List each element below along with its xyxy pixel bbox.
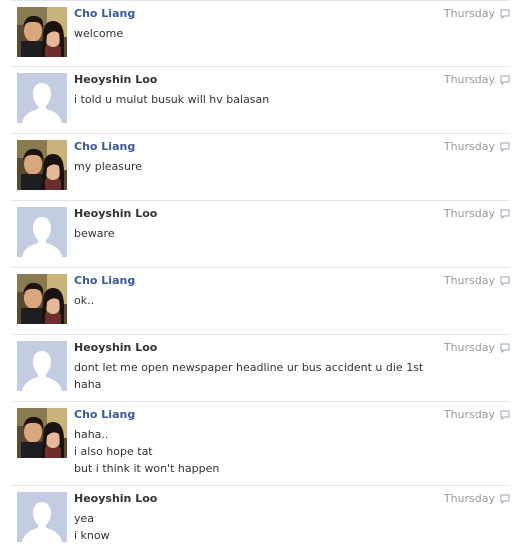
author-name[interactable]: Cho Liang	[74, 140, 430, 154]
timestamp: Thursday	[443, 140, 495, 153]
message-line: haha..	[74, 428, 109, 441]
author-name[interactable]: Cho Liang	[74, 7, 430, 21]
message-item: Heoyshin Loo dont let me open newspaper h…	[11, 334, 510, 401]
message-line: haha	[74, 378, 102, 391]
message-meta: Thursday	[444, 492, 510, 506]
reply-icon[interactable]	[500, 209, 510, 219]
message-meta: Thursday	[444, 341, 510, 355]
message-item: Cho Liang ok.. Thursday	[11, 267, 510, 334]
reply-icon[interactable]	[500, 142, 510, 152]
timestamp: Thursday	[443, 7, 495, 20]
message-line: but i think it won't happen	[74, 462, 220, 475]
message-meta: Thursday	[444, 140, 510, 154]
message-meta: Thursday	[444, 7, 510, 21]
message-body: i told u mulut busuk will hv balasan	[74, 91, 430, 108]
reply-icon[interactable]	[500, 75, 510, 85]
avatar[interactable]	[17, 207, 67, 257]
author-name[interactable]: Cho Liang	[74, 274, 430, 288]
message-meta: Thursday	[444, 274, 510, 288]
timestamp: Thursday	[443, 492, 495, 505]
message-body: haha.. i also hope tat but i think it won'…	[74, 426, 430, 477]
reply-icon[interactable]	[500, 9, 510, 19]
timestamp: Thursday	[443, 341, 495, 354]
message-item: Cho Liang my pleasure Thursday	[11, 133, 510, 200]
timestamp: Thursday	[443, 274, 495, 287]
message-line: my pleasure	[74, 160, 143, 173]
message-item: Heoyshin Loo beware Thursday	[11, 200, 510, 267]
avatar[interactable]	[17, 140, 67, 190]
message-content: Cho Liang my pleasure	[74, 140, 430, 175]
message-meta: Thursday	[444, 207, 510, 221]
message-item: Heoyshin Loo yea i know Thursday	[11, 485, 510, 547]
message-body: dont let me open newspaper headline ur b…	[74, 359, 430, 393]
message-content: Heoyshin Loo beware	[74, 207, 430, 242]
message-content: Heoyshin Loo yea i know	[74, 492, 430, 544]
message-line: dont let me open newspaper headline ur b…	[74, 361, 424, 374]
author-name: Heoyshin Loo	[74, 207, 158, 220]
timestamp: Thursday	[443, 207, 495, 220]
reply-icon[interactable]	[500, 343, 510, 353]
message-body: ok..	[74, 292, 430, 309]
author-name: Heoyshin Loo	[74, 73, 158, 86]
message-content: Cho Liang welcome	[74, 7, 430, 42]
message-line: beware	[74, 227, 115, 240]
timestamp: Thursday	[443, 73, 495, 86]
reply-icon[interactable]	[500, 276, 510, 286]
message-body: welcome	[74, 25, 430, 42]
message-content: Cho Liang haha.. i also hope tat but i thin…	[74, 408, 430, 477]
message-thread: Cho Liang welcome Thursday Heoyshin Loo i to…	[0, 0, 528, 547]
message-body: beware	[74, 225, 430, 242]
reply-icon[interactable]	[500, 410, 510, 420]
message-body: yea i know	[74, 510, 430, 544]
message-line: welcome	[74, 27, 124, 40]
message-line: yea	[74, 512, 95, 525]
avatar[interactable]	[17, 274, 67, 324]
message-meta: Thursday	[444, 73, 510, 87]
message-content: Cho Liang ok..	[74, 274, 430, 309]
author-name[interactable]: Cho Liang	[74, 408, 430, 422]
author-name: Heoyshin Loo	[74, 492, 158, 505]
message-item: Cho Liang haha.. i also hope tat but i thin…	[11, 401, 510, 485]
message-line: i know	[74, 529, 110, 542]
timestamp: Thursday	[443, 408, 495, 421]
message-content: Heoyshin Loo dont let me open newspaper h…	[74, 341, 430, 393]
avatar[interactable]	[17, 408, 67, 458]
avatar[interactable]	[17, 341, 67, 391]
message-meta: Thursday	[444, 408, 510, 422]
avatar[interactable]	[17, 7, 67, 57]
message-line: i also hope tat	[74, 445, 153, 458]
avatar[interactable]	[17, 492, 67, 542]
message-item: Heoyshin Loo i told u mulut busuk will hv…	[11, 66, 510, 133]
reply-icon[interactable]	[500, 494, 510, 504]
message-line: ok..	[74, 294, 95, 307]
author-name: Heoyshin Loo	[74, 341, 158, 354]
message-line: i told u mulut busuk will hv balasan	[74, 93, 270, 106]
avatar[interactable]	[17, 73, 67, 123]
message-item: Cho Liang welcome Thursday	[11, 0, 510, 66]
message-content: Heoyshin Loo i told u mulut busuk will hv…	[74, 73, 430, 108]
message-body: my pleasure	[74, 158, 430, 175]
